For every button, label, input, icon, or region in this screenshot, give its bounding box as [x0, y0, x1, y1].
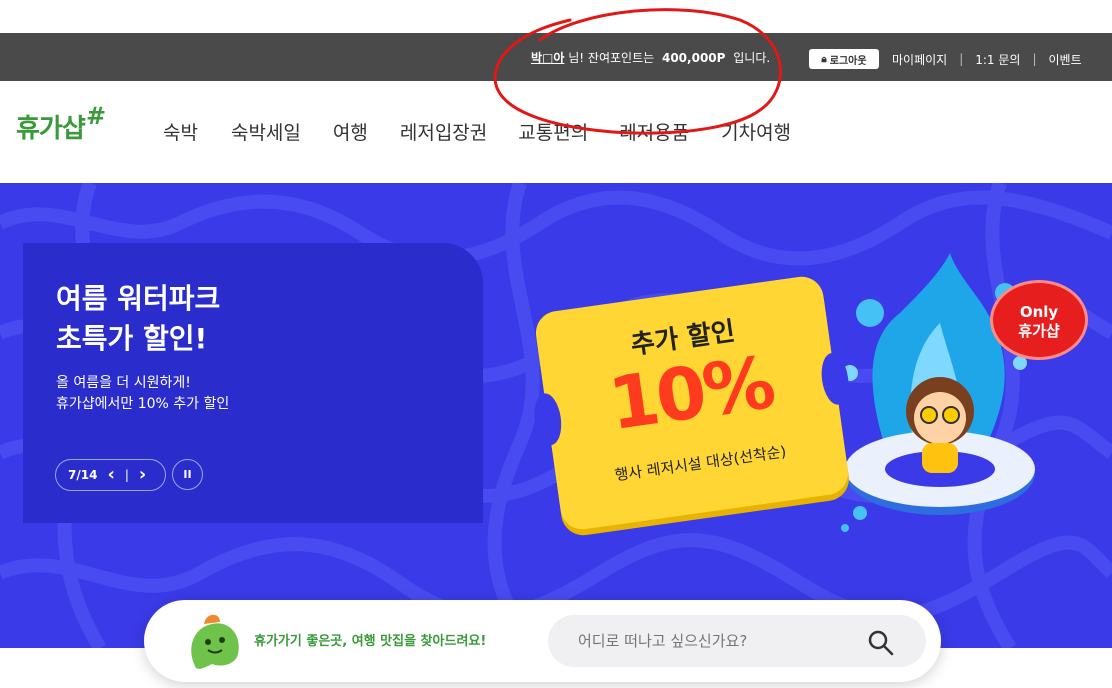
only-badge-line1: Only	[1019, 303, 1059, 321]
hero-title: 여름 워터파크 초특가 할인!	[56, 279, 220, 359]
hero-text-card: 여름 워터파크 초특가 할인! 올 여름을 더 시원하게! 휴가샵에서만 10%…	[23, 243, 483, 523]
nav-item-leisure-goods[interactable]: 레저용품	[619, 118, 689, 145]
hero-sub-line2: 휴가샵에서만 10% 추가 할인	[56, 396, 230, 412]
prev-slide-button[interactable]: ‹	[107, 466, 114, 484]
chevron-right-icon: ›	[138, 464, 147, 485]
utility-links: 마이페이지 | 1:1 문의 | 이벤트	[892, 49, 1082, 69]
mascot-icon	[191, 614, 239, 669]
hero-title-line2: 초특가 할인!	[56, 322, 208, 355]
divider: |	[1032, 52, 1037, 66]
welcome-suffix: 님! 잔여포인트는	[568, 51, 655, 65]
search-icon[interactable]	[868, 630, 894, 656]
main-nav: 숙박 숙박세일 여행 레저입장권 교통편의 레저용품 기차여행	[163, 118, 791, 145]
pause-button[interactable]: II	[172, 459, 203, 490]
nav-item-leisure-tickets[interactable]: 레저입장권	[400, 118, 487, 145]
logo-mark: #	[86, 102, 107, 130]
only-badge: Only 휴가샵	[990, 280, 1088, 360]
points-suffix: 입니다.	[733, 51, 771, 65]
slide-pager: 7/14 ‹ | ›	[55, 459, 166, 491]
hero-sub-line1: 올 여름을 더 시원하게!	[56, 375, 191, 391]
logo-text: 휴가샵	[16, 114, 86, 144]
logout-button[interactable]: 🔒︎ 로그아웃	[809, 49, 879, 69]
hero-banner[interactable]: 여름 워터파크 초특가 할인! 올 여름을 더 시원하게! 휴가샵에서만 10%…	[0, 183, 1112, 648]
logout-label: 로그아웃	[829, 55, 867, 67]
nav-item-train[interactable]: 기차여행	[721, 118, 791, 145]
mypage-link[interactable]: 마이페이지	[892, 51, 947, 68]
nav-item-transport[interactable]: 교통편의	[518, 118, 588, 145]
divider: |	[959, 52, 964, 66]
discount-ticket: 추가 할인 10% 행사 레저시설 대상(선착순)	[531, 273, 852, 533]
nav-item-stay[interactable]: 숙박	[163, 118, 198, 145]
points-balance: 400,000P	[661, 51, 726, 65]
chevron-left-icon: ‹	[107, 464, 115, 485]
user-name[interactable]: 박□아	[531, 51, 564, 65]
inquiry-link[interactable]: 1:1 문의	[975, 51, 1020, 68]
child-character-graphic	[841, 377, 1035, 532]
lock-icon: 🔒︎	[821, 53, 827, 65]
event-link[interactable]: 이벤트	[1049, 51, 1082, 68]
nav-item-travel[interactable]: 여행	[333, 118, 368, 145]
only-badge-line2: 휴가샵	[1018, 322, 1060, 340]
slide-counter: 7/14	[68, 468, 98, 482]
search-tagline: 휴가가기 좋은곳, 여행 맛집을 찾아드려요!	[254, 634, 487, 649]
site-logo[interactable]: 휴가샵 #	[16, 102, 106, 152]
nav-item-stay-sale[interactable]: 숙박세일	[231, 118, 301, 145]
hero-subtitle: 올 여름을 더 시원하게! 휴가샵에서만 10% 추가 할인	[56, 373, 229, 415]
hero-title-line1: 여름 워터파크	[56, 282, 221, 315]
divider: |	[124, 468, 129, 482]
page: { "topbar": { "user_name": "박□아", "welco…	[0, 0, 1112, 688]
pause-icon: II	[183, 468, 192, 481]
next-slide-button[interactable]: ›	[139, 466, 146, 484]
welcome-message: 박□아 님! 잔여포인트는 400,000P 입니다.	[531, 49, 770, 66]
